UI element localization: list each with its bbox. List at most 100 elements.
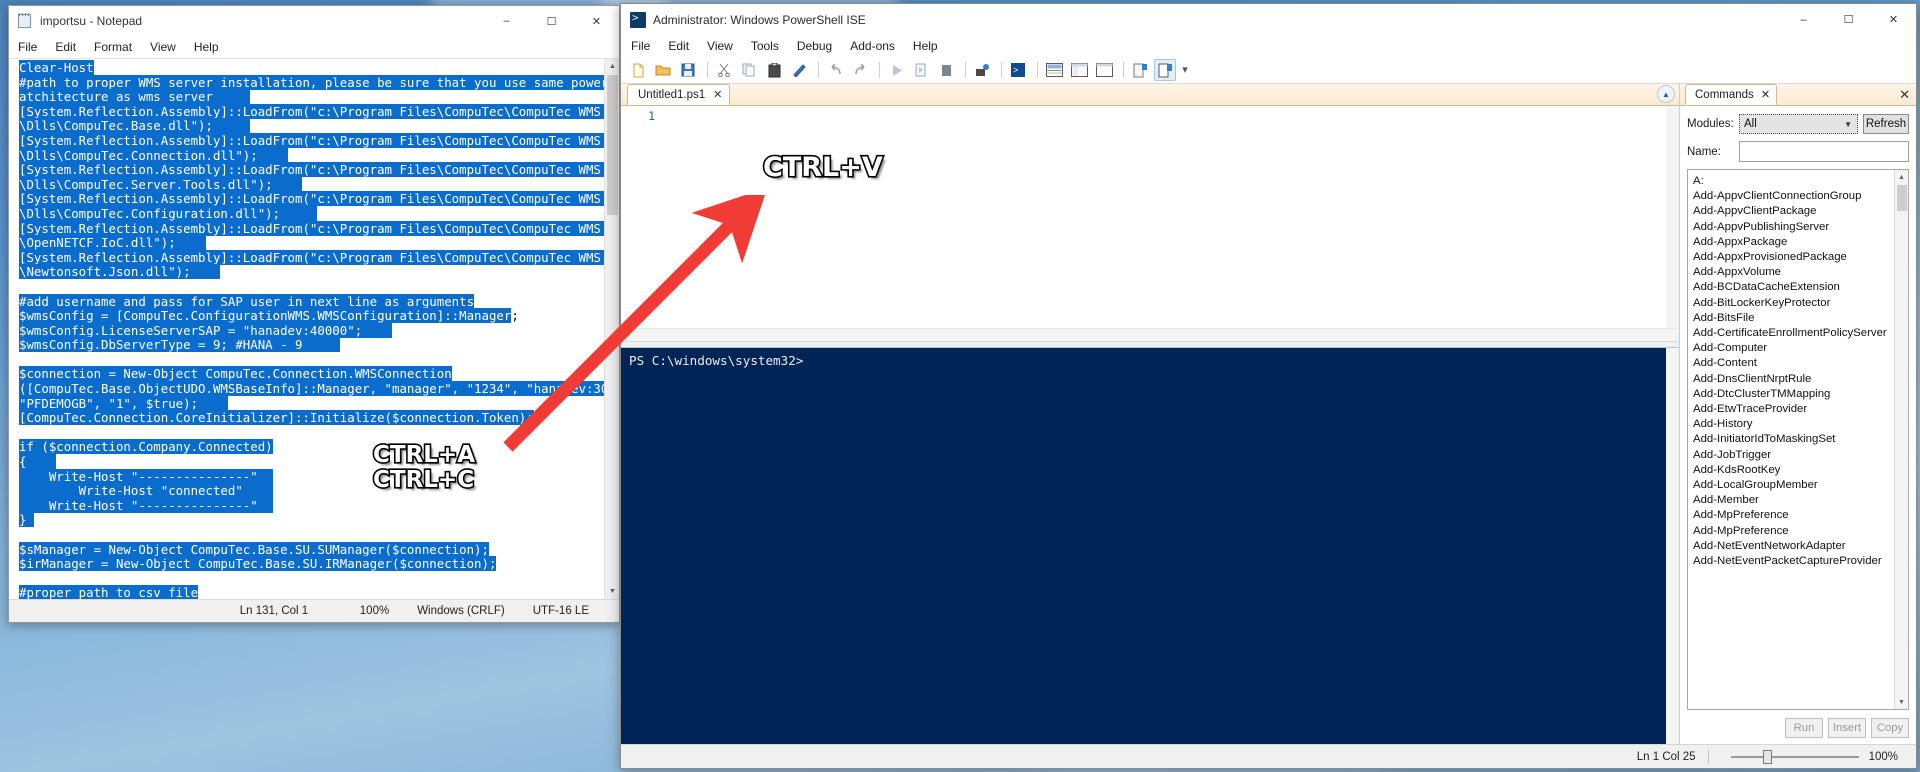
commands-list-item[interactable]: Add-AppxProvisionedPackage — [1693, 250, 1894, 265]
ise-maximize-button[interactable]: ☐ — [1826, 5, 1871, 34]
commands-list-item[interactable]: Add-EtwTraceProvider — [1693, 402, 1894, 417]
commands-panel-close-icon[interactable]: ✕ — [1899, 87, 1910, 103]
start-powershell-icon[interactable]: > — [1007, 59, 1029, 81]
chevron-down-icon[interactable]: ▼ — [1844, 120, 1852, 129]
notepad-minimize-button[interactable]: – — [484, 7, 529, 36]
ise-editor-tab[interactable]: Untitled1.ps1 ✕ — [627, 84, 730, 105]
ise-editor-tabstrip[interactable]: Untitled1.ps1 ✕ ▲ — [621, 84, 1679, 106]
open-folder-icon[interactable] — [652, 59, 674, 81]
copy-icon[interactable] — [738, 59, 760, 81]
ise-console-scrollbar[interactable] — [1666, 348, 1679, 744]
scroll-down-icon[interactable]: ▼ — [605, 584, 619, 599]
ise-menu-help[interactable]: Help — [913, 39, 938, 53]
notepad-text-content[interactable]: Clear-Host#path to proper WMS server ins… — [9, 59, 604, 599]
scrollbar-thumb[interactable] — [607, 75, 618, 215]
notepad-maximize-button[interactable]: ☐ — [529, 7, 574, 36]
layout-maximize-icon[interactable] — [1093, 59, 1115, 81]
commands-list-item[interactable]: Add-InitiatorIdToMaskingSet — [1693, 432, 1894, 447]
ise-resize-grip[interactable] — [1898, 745, 1916, 768]
ise-close-button[interactable]: ✕ — [1871, 5, 1916, 34]
commands-list-item[interactable]: Add-JobTrigger — [1693, 448, 1894, 463]
notepad-menu-help[interactable]: Help — [194, 38, 227, 56]
commands-list-scrollbar[interactable]: ▲ ▼ — [1894, 170, 1908, 709]
notepad-editor-area[interactable]: Clear-Host#path to proper WMS server ins… — [9, 58, 619, 599]
notepad-menubar[interactable]: File Edit Format View Help — [9, 36, 619, 58]
commands-list-item[interactable]: Add-AppvClientConnectionGroup — [1693, 189, 1894, 204]
powershell-ise-window[interactable]: Administrator: Windows PowerShell ISE – … — [620, 3, 1917, 769]
commands-list-item[interactable]: Add-History — [1693, 417, 1894, 432]
commands-list-item[interactable]: Add-MpPreference — [1693, 508, 1894, 523]
modules-select[interactable]: All ▼ — [1739, 114, 1858, 134]
commands-list-item[interactable]: Add-BitLockerKeyProtector — [1693, 296, 1894, 311]
commands-list-items[interactable]: A:Add-AppvClientConnectionGroupAdd-AppvC… — [1688, 170, 1894, 709]
commands-list-item[interactable]: Add-DtcClusterTMMapping — [1693, 387, 1894, 402]
name-input[interactable] — [1739, 141, 1909, 162]
insert-button[interactable]: Insert — [1828, 718, 1866, 738]
run-button[interactable]: Run — [1785, 718, 1823, 738]
commands-tabrow[interactable]: Commands ✕ ✕ — [1680, 84, 1916, 106]
overflow-icon[interactable]: ▾ — [1179, 59, 1191, 81]
commands-list-item[interactable]: Add-NetEventNetworkAdapter — [1693, 539, 1894, 554]
paste-icon[interactable] — [763, 59, 785, 81]
ise-zoom-slider[interactable] — [1731, 750, 1859, 764]
commands-list-item[interactable]: Add-AppvClientPackage — [1693, 204, 1894, 219]
show-script-pane-icon[interactable] — [1129, 59, 1151, 81]
zoom-slider-knob[interactable] — [1763, 750, 1772, 764]
commands-list-item[interactable]: Add-BitsFile — [1693, 311, 1894, 326]
commands-list-item[interactable]: Add-CertificateEnrollmentPolicyServer — [1693, 326, 1894, 341]
commands-list-item[interactable]: Add-Computer — [1693, 341, 1894, 356]
clear-console-icon[interactable] — [788, 59, 810, 81]
notepad-resize-grip[interactable] — [603, 600, 619, 622]
scrollbar-thumb[interactable] — [1897, 185, 1907, 211]
commands-list-item[interactable]: Add-AppxPackage — [1693, 235, 1894, 250]
commands-list-item[interactable]: Add-LocalGroupMember — [1693, 478, 1894, 493]
commands-list-item[interactable]: Add-NetEventPacketCaptureProvider — [1693, 554, 1894, 569]
notepad-window[interactable]: importsu - Notepad – ☐ ✕ File Edit Forma… — [8, 5, 620, 623]
stop-icon[interactable] — [935, 59, 957, 81]
ise-menu-debug[interactable]: Debug — [797, 39, 832, 53]
commands-list-item[interactable]: Add-Member — [1693, 493, 1894, 508]
ise-menu-addons[interactable]: Add-ons — [850, 39, 895, 53]
ise-menu-view[interactable]: View — [707, 39, 733, 53]
commands-list-group-header[interactable]: A: — [1693, 174, 1894, 189]
cut-icon[interactable] — [713, 59, 735, 81]
save-icon[interactable] — [677, 59, 699, 81]
layout-side-by-side-icon[interactable] — [1068, 59, 1090, 81]
show-command-addon-icon[interactable] — [1154, 59, 1176, 81]
redo-icon[interactable] — [849, 59, 871, 81]
notepad-menu-format[interactable]: Format — [94, 38, 140, 56]
copy-button[interactable]: Copy — [1871, 718, 1909, 738]
ise-script-pane[interactable]: 1 — [621, 106, 1679, 341]
ise-editor-horizontal-scrollbar[interactable] — [621, 328, 1679, 341]
scroll-up-icon[interactable]: ▲ — [1895, 170, 1908, 184]
commands-list-item[interactable]: Add-Content — [1693, 356, 1894, 371]
ise-menu-tools[interactable]: Tools — [751, 39, 779, 53]
refresh-button[interactable]: Refresh — [1863, 114, 1909, 134]
run-script-icon[interactable] — [885, 59, 907, 81]
commands-list-item[interactable]: Add-KdsRootKey — [1693, 463, 1894, 478]
ise-toolbar[interactable]: > ▾ — [621, 57, 1916, 84]
chevron-up-icon[interactable]: ▲ — [1657, 85, 1675, 103]
commands-tab[interactable]: Commands ✕ — [1685, 84, 1777, 105]
layout-stacked-icon[interactable] — [1043, 59, 1065, 81]
notepad-vertical-scrollbar[interactable]: ▲ ▼ — [604, 59, 619, 599]
commands-list-item[interactable]: Add-MpPreference — [1693, 524, 1894, 539]
commands-list[interactable]: A:Add-AppvClientConnectionGroupAdd-AppvC… — [1687, 169, 1909, 710]
commands-list-item[interactable]: Add-BCDataCacheExtension — [1693, 280, 1894, 295]
notepad-menu-view[interactable]: View — [150, 38, 184, 56]
new-file-icon[interactable] — [627, 59, 649, 81]
notepad-titlebar[interactable]: importsu - Notepad – ☐ ✕ — [9, 6, 619, 36]
undo-icon[interactable] — [824, 59, 846, 81]
notepad-menu-file[interactable]: File — [18, 38, 45, 56]
close-icon[interactable]: ✕ — [713, 88, 722, 101]
ise-titlebar[interactable]: Administrator: Windows PowerShell ISE – … — [621, 4, 1916, 35]
ise-pane-splitter[interactable] — [621, 341, 1679, 348]
scroll-up-icon[interactable]: ▲ — [605, 59, 619, 74]
scroll-down-icon[interactable]: ▼ — [1895, 695, 1908, 709]
ise-minimize-button[interactable]: – — [1781, 5, 1826, 34]
run-selection-icon[interactable] — [910, 59, 932, 81]
notepad-close-button[interactable]: ✕ — [574, 7, 619, 36]
ise-menu-file[interactable]: File — [631, 39, 650, 53]
ise-editor-vertical-scrollbar[interactable] — [1666, 106, 1679, 341]
close-icon[interactable]: ✕ — [1761, 88, 1770, 101]
